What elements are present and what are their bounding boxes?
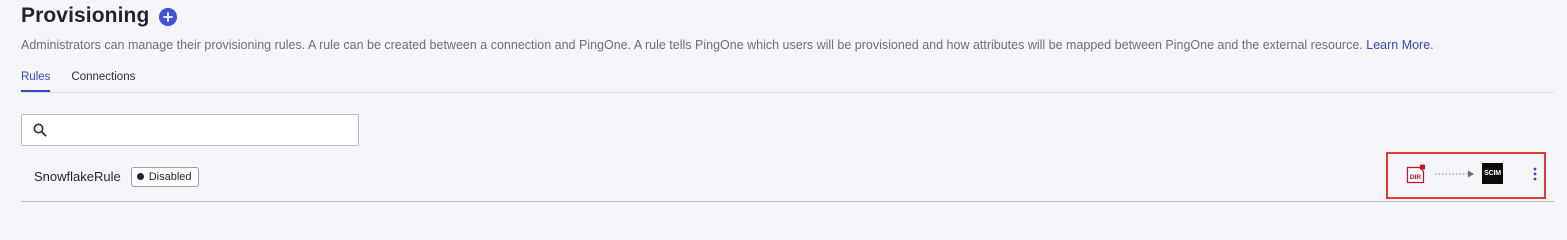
scim-icon-label: SCIM <box>1484 170 1501 177</box>
more-options-button[interactable] <box>1529 166 1541 182</box>
directory-icon-label: DIR <box>1410 174 1422 181</box>
tabs-divider <box>21 92 1554 93</box>
search-icon <box>33 123 47 137</box>
search-box <box>21 114 359 146</box>
directory-icon: DIR <box>1406 164 1426 184</box>
rule-name[interactable]: SnowflakeRule <box>34 169 121 184</box>
mapping-arrow-icon <box>1435 169 1475 179</box>
page-title: Provisioning <box>21 4 150 27</box>
status-badge: Disabled <box>130 166 199 187</box>
status-label: Disabled <box>148 170 192 183</box>
scim-icon: SCIM <box>1482 163 1503 184</box>
more-vertical-icon <box>1533 167 1537 181</box>
rule-row[interactable]: SnowflakeRule Disabled <box>21 152 1554 202</box>
plus-icon <box>163 11 174 22</box>
learn-more-link[interactable]: Learn More. <box>1366 38 1433 52</box>
search-input[interactable] <box>47 114 358 146</box>
tab-connections[interactable]: Connections <box>71 71 135 92</box>
rule-mapping: DIR SCIM <box>1406 163 1503 184</box>
title-row: Provisioning <box>21 4 178 28</box>
page-description: Administrators can manage their provisio… <box>21 38 1434 52</box>
add-rule-button[interactable] <box>159 7 178 26</box>
tab-bar: Rules Connections <box>21 71 135 92</box>
provisioning-page: Provisioning Administrators can manage t… <box>0 0 1567 234</box>
tab-rules[interactable]: Rules <box>21 71 51 92</box>
status-dot-icon <box>136 173 144 180</box>
description-text: Administrators can manage their provisio… <box>21 38 1363 52</box>
